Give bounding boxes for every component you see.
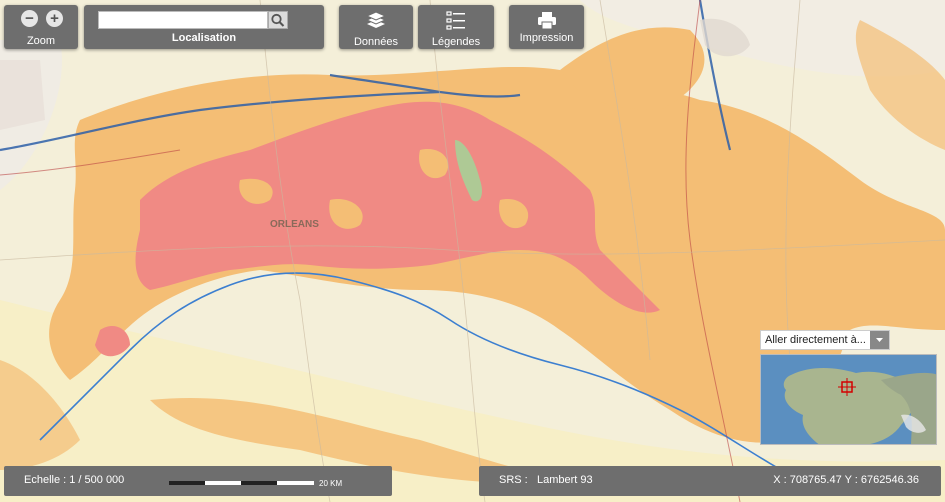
goto-select[interactable]: Aller directement à... <box>760 330 890 350</box>
scalebar-unit: 20 KM <box>319 479 343 488</box>
legendes-label: Légendes <box>431 36 481 48</box>
scale-bar <box>169 481 314 485</box>
zoom-in-button[interactable]: + <box>46 10 63 27</box>
impression-label: Impression <box>519 32 574 44</box>
zoom-out-button[interactable]: − <box>21 10 38 27</box>
printer-icon <box>537 12 556 30</box>
zoom-label: Zoom <box>26 35 56 47</box>
chevron-down-icon <box>876 338 883 342</box>
srs-label: SRS : <box>499 474 528 486</box>
minus-icon: − <box>25 10 34 27</box>
zoom-panel: − + Zoom <box>4 5 78 49</box>
scale-panel: Echelle : 1 / 500 000 20 KM <box>4 466 392 496</box>
search-input[interactable] <box>98 11 268 29</box>
goto-dropdown-button[interactable] <box>870 331 889 349</box>
donnees-label: Données <box>353 36 399 48</box>
coords-readout: X : 708765.47 Y : 6762546.36 <box>773 474 919 486</box>
legend-list-icon <box>446 11 465 30</box>
donnees-button[interactable]: Données <box>339 5 413 49</box>
search-icon <box>271 13 285 27</box>
overview-map[interactable] <box>760 354 937 445</box>
scale-label: Echelle : 1 / 500 000 <box>24 474 125 486</box>
plus-icon: + <box>50 10 59 27</box>
city-label: ORLEANS <box>270 219 319 230</box>
localisation-panel: Localisation <box>84 5 324 49</box>
legendes-button[interactable]: Légendes <box>418 5 494 49</box>
impression-button[interactable]: Impression <box>509 5 584 49</box>
coords-panel: SRS : Lambert 93 X : 708765.47 Y : 67625… <box>479 466 941 496</box>
goto-label: Aller directement à... <box>765 334 866 346</box>
srs-value: Lambert 93 <box>537 474 593 486</box>
search-button[interactable] <box>268 11 288 29</box>
layers-icon <box>365 11 387 28</box>
localisation-label: Localisation <box>171 32 237 44</box>
